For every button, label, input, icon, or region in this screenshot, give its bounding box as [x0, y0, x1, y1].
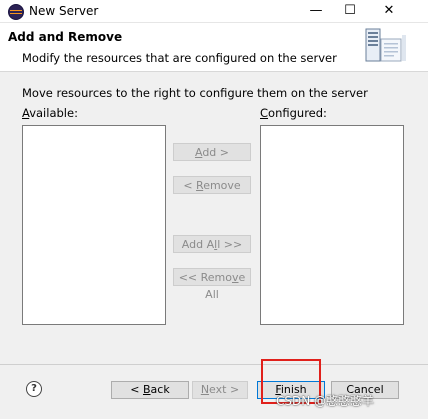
watermark: CSDN @憨憨憨羊: [276, 394, 375, 408]
page-title: Add and Remove: [8, 30, 123, 44]
back-button[interactable]: < Back: [111, 381, 189, 399]
next-button[interactable]: Next >: [192, 381, 248, 399]
page-description: Modify the resources that are configured…: [22, 51, 337, 65]
remove-all-button[interactable]: << Remove All: [173, 268, 251, 301]
add-all-button[interactable]: Add All >>: [173, 235, 251, 253]
help-icon[interactable]: ?: [26, 381, 42, 397]
minimize-button[interactable]: —: [299, 0, 333, 22]
window-titlebar: New Server — ☐ ✕: [0, 0, 428, 23]
footer-separator: [0, 364, 428, 365]
wizard-header: Add and Remove Modify the resources that…: [0, 23, 428, 72]
configured-label: Configured:: [260, 106, 327, 120]
maximize-button[interactable]: ☐: [333, 0, 367, 22]
remove-button[interactable]: < Remove: [173, 176, 251, 194]
add-button[interactable]: Add >: [173, 143, 251, 161]
configured-list[interactable]: [260, 125, 404, 325]
eclipse-icon: [8, 4, 24, 20]
server-wizard-icon: [365, 28, 406, 62]
instruction-text: Move resources to the right to configure…: [22, 86, 368, 100]
available-list[interactable]: [22, 125, 166, 325]
available-label: Available:: [22, 106, 78, 120]
close-button[interactable]: ✕: [372, 0, 406, 22]
window-title: New Server: [29, 4, 99, 18]
